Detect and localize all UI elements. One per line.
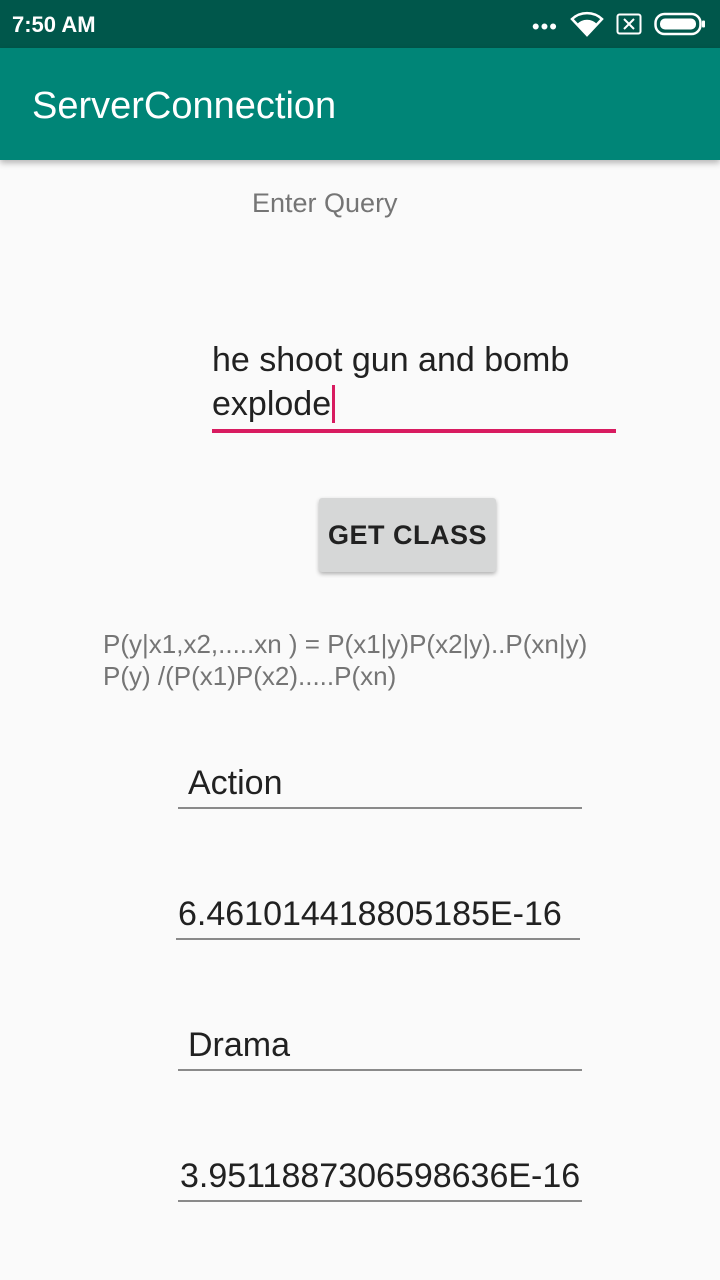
formula-line-2: P(y) /(P(x1)P(x2).....P(xn)	[103, 661, 397, 691]
battery-icon	[654, 12, 705, 36]
text-cursor	[332, 385, 336, 423]
status-time: 7:50 AM	[12, 12, 96, 37]
query-input-text: he shoot gun and bomb explode	[212, 341, 570, 423]
status-bar: 7:50 AM •••	[0, 0, 720, 48]
get-class-button[interactable]: GET CLASS	[319, 498, 496, 572]
class1-name-field[interactable]: Action	[178, 761, 582, 809]
formula-line-1: P(y|x1,x2,.....xn ) = P(x1|y)P(x2|y)..P(…	[103, 629, 588, 659]
class2-name-field[interactable]: Drama	[178, 1023, 582, 1071]
sim-none-icon	[616, 13, 642, 35]
status-icons: •••	[532, 10, 706, 38]
enter-query-label: Enter Query	[252, 188, 398, 218]
class2-probability-field[interactable]: 3.9511887306598636E-16	[178, 1154, 582, 1202]
class1-probability-field[interactable]: 6.461014418805185E-16	[176, 892, 580, 940]
app-title: ServerConnection	[32, 85, 337, 127]
query-input[interactable]: he shoot gun and bomb explode	[212, 338, 616, 433]
app-bar: ServerConnection	[0, 48, 720, 160]
more-dots-icon: •••	[531, 14, 558, 39]
naive-bayes-formula: P(y|x1,x2,.....xn ) = P(x1|y)P(x2|y)..P(…	[103, 628, 663, 692]
wifi-icon	[570, 11, 604, 37]
